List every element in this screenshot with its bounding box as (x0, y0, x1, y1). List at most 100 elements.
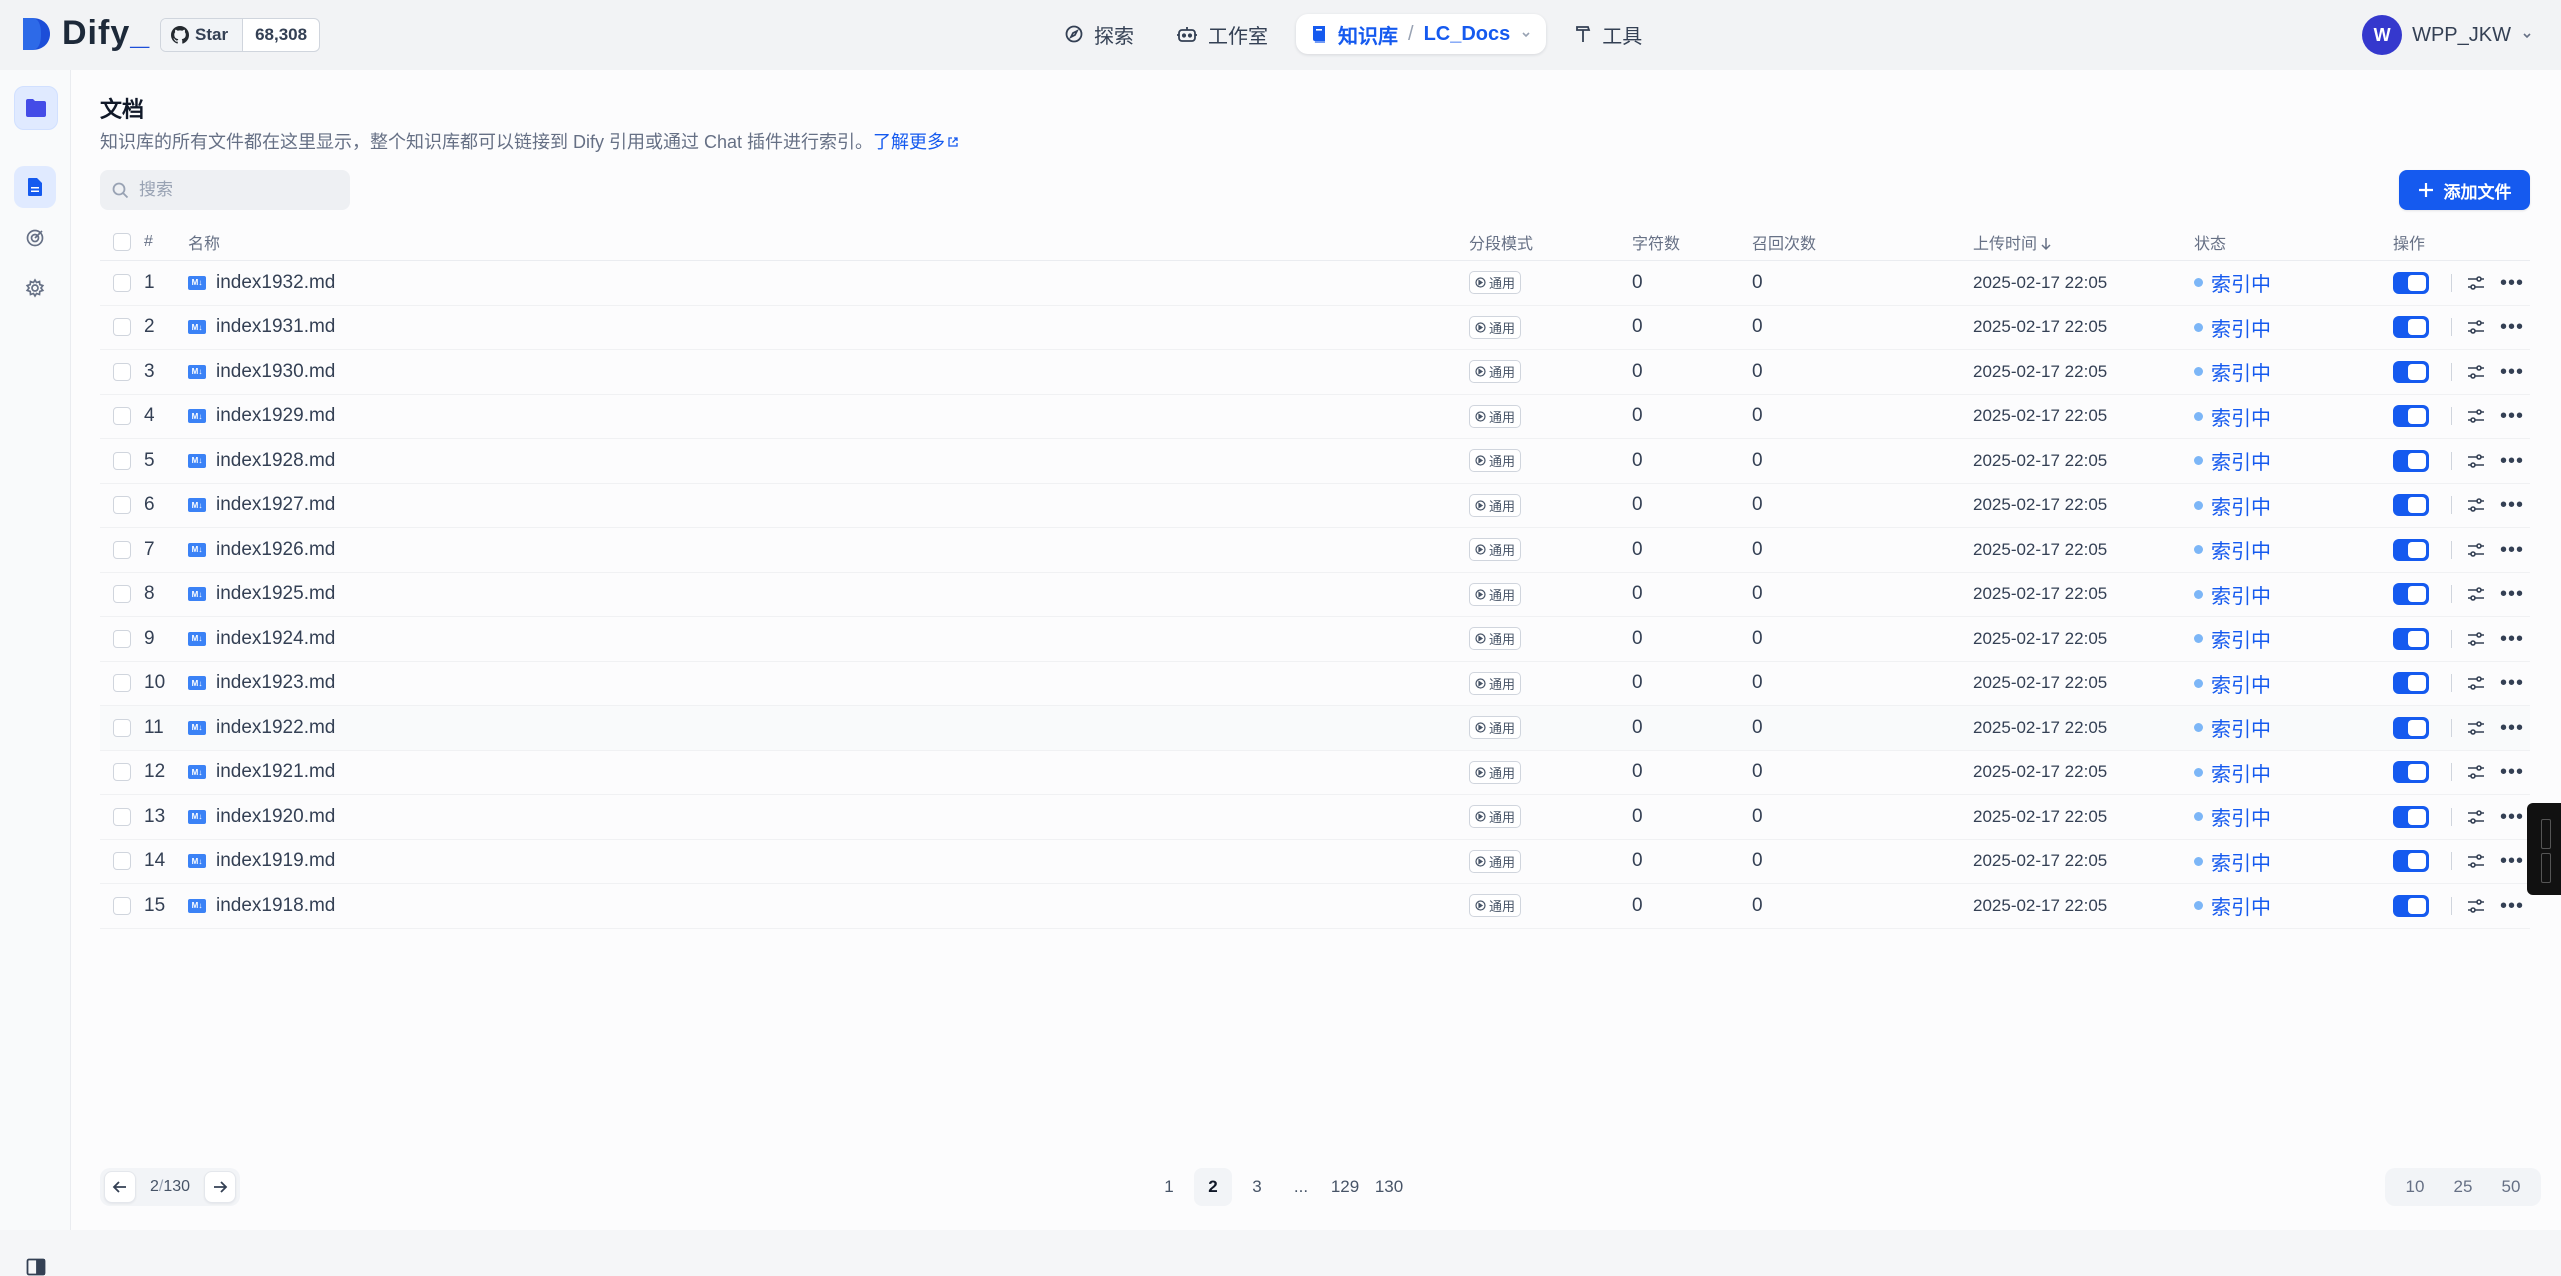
learn-more-link[interactable]: 了解更多 (873, 132, 959, 152)
enable-toggle[interactable] (2393, 449, 2429, 472)
file-name-cell[interactable]: M↓ index1930.md (188, 361, 1469, 383)
chunk-settings-icon[interactable] (2464, 671, 2488, 695)
enable-toggle[interactable] (2393, 672, 2429, 695)
table-row[interactable]: 10 M↓ index1923.md 通用 0 0 2025-02-17 22:… (100, 661, 2530, 706)
chunk-settings-icon[interactable] (2464, 760, 2488, 784)
chunk-settings-icon[interactable] (2464, 493, 2488, 517)
chunk-settings-icon[interactable] (2464, 315, 2488, 339)
page-size-option-50[interactable]: 50 (2487, 1177, 2535, 1197)
chunk-settings-icon[interactable] (2464, 404, 2488, 428)
table-row[interactable]: 13 M↓ index1920.md 通用 0 0 2025-02-17 22:… (100, 794, 2530, 840)
select-all-checkbox[interactable] (113, 232, 131, 251)
row-checkbox[interactable] (113, 674, 131, 693)
chevron-down-icon[interactable] (1520, 28, 1532, 40)
row-checkbox[interactable] (113, 362, 131, 381)
table-row[interactable]: 8 M↓ index1925.md 通用 0 0 2025-02-17 22:0… (100, 572, 2530, 617)
add-file-button[interactable]: 添加文件 (2399, 170, 2530, 210)
next-page-button[interactable] (204, 1171, 237, 1203)
enable-toggle[interactable] (2393, 850, 2429, 873)
row-checkbox[interactable] (113, 896, 131, 915)
app-logo[interactable]: Dify_ (20, 14, 150, 53)
page-number-130[interactable]: 130 (1370, 1168, 1408, 1206)
more-options-icon[interactable]: ••• (2500, 627, 2524, 651)
more-options-icon[interactable]: ••• (2500, 582, 2524, 606)
enable-toggle[interactable] (2393, 316, 2429, 339)
enable-toggle[interactable] (2393, 716, 2429, 739)
more-options-icon[interactable]: ••• (2500, 716, 2524, 740)
chunk-settings-icon[interactable] (2464, 627, 2488, 651)
file-name-cell[interactable]: M↓ index1932.md (188, 272, 1469, 294)
more-options-icon[interactable]: ••• (2500, 894, 2524, 918)
file-name-cell[interactable]: M↓ index1923.md (188, 672, 1469, 694)
column-header-upload-time[interactable]: 上传时间 (1973, 224, 2194, 261)
file-name-cell[interactable]: M↓ index1924.md (188, 628, 1469, 650)
chunk-settings-icon[interactable] (2464, 360, 2488, 384)
file-name-cell[interactable]: M↓ index1926.md (188, 539, 1469, 561)
file-name-cell[interactable]: M↓ index1922.md (188, 717, 1469, 739)
row-checkbox[interactable] (113, 629, 131, 648)
nav-explore[interactable]: 探索 (1050, 14, 1148, 54)
more-options-icon[interactable]: ••• (2500, 360, 2524, 384)
enable-toggle[interactable] (2393, 583, 2429, 606)
file-name-cell[interactable]: M↓ index1920.md (188, 806, 1469, 828)
file-name-cell[interactable]: M↓ index1931.md (188, 316, 1469, 338)
table-row[interactable]: 7 M↓ index1926.md 通用 0 0 2025-02-17 22:0… (100, 527, 2530, 573)
table-row[interactable]: 11 M↓ index1922.md 通用 0 0 2025-02-17 22:… (100, 705, 2530, 751)
chunk-settings-icon[interactable] (2464, 538, 2488, 562)
github-star-badge[interactable]: Star 68,308 (160, 18, 321, 52)
sidebar-item-documents[interactable] (14, 166, 56, 208)
row-checkbox[interactable] (113, 318, 131, 337)
chunk-settings-icon[interactable] (2464, 271, 2488, 295)
row-checkbox[interactable] (113, 407, 131, 426)
enable-toggle[interactable] (2393, 805, 2429, 828)
page-size-option-25[interactable]: 25 (2439, 1177, 2487, 1197)
file-name-cell[interactable]: M↓ index1919.md (188, 850, 1469, 872)
enable-toggle[interactable] (2393, 538, 2429, 561)
enable-toggle[interactable] (2393, 894, 2429, 917)
prev-page-button[interactable] (104, 1171, 136, 1203)
row-checkbox[interactable] (113, 273, 131, 292)
table-row[interactable]: 6 M↓ index1927.md 通用 0 0 2025-02-17 22:0… (100, 483, 2530, 528)
table-row[interactable]: 3 M↓ index1930.md 通用 0 0 2025-02-17 22:0… (100, 349, 2530, 395)
row-checkbox[interactable] (113, 763, 131, 782)
file-name-cell[interactable]: M↓ index1929.md (188, 405, 1469, 427)
chunk-settings-icon[interactable] (2464, 805, 2488, 829)
page-indicator[interactable]: 2/130 (136, 1178, 204, 1196)
table-row[interactable]: 15 M↓ index1918.md 通用 0 0 2025-02-17 22:… (100, 883, 2530, 929)
more-options-icon[interactable]: ••• (2500, 404, 2524, 428)
floating-side-tab[interactable] (2527, 803, 2561, 895)
more-options-icon[interactable]: ••• (2500, 760, 2524, 784)
page-number-2[interactable]: 2 (1194, 1168, 1232, 1206)
file-name-cell[interactable]: M↓ index1918.md (188, 895, 1469, 917)
more-options-icon[interactable]: ••• (2500, 849, 2524, 873)
row-checkbox[interactable] (113, 451, 131, 470)
table-row[interactable]: 9 M↓ index1924.md 通用 0 0 2025-02-17 22:0… (100, 616, 2530, 662)
github-star-button[interactable]: Star (161, 19, 243, 51)
sidebar-collapse-icon[interactable] (26, 1258, 46, 1276)
enable-toggle[interactable] (2393, 494, 2429, 517)
enable-toggle[interactable] (2393, 271, 2429, 294)
page-number-3[interactable]: 3 (1238, 1168, 1276, 1206)
table-row[interactable]: 12 M↓ index1921.md 通用 0 0 2025-02-17 22:… (100, 750, 2530, 795)
table-row[interactable]: 5 M↓ index1928.md 通用 0 0 2025-02-17 22:0… (100, 438, 2530, 484)
file-name-cell[interactable]: M↓ index1928.md (188, 450, 1469, 472)
user-menu[interactable]: W WPP_JKW (2362, 15, 2533, 55)
sidebar-item-hit-testing[interactable] (14, 217, 56, 259)
file-name-cell[interactable]: M↓ index1921.md (188, 761, 1469, 783)
more-options-icon[interactable]: ••• (2500, 805, 2524, 829)
chunk-settings-icon[interactable] (2464, 449, 2488, 473)
page-number-1[interactable]: 1 (1150, 1168, 1188, 1206)
row-checkbox[interactable] (113, 718, 131, 737)
page-size-option-10[interactable]: 10 (2391, 1177, 2439, 1197)
enable-toggle[interactable] (2393, 627, 2429, 650)
dataset-icon-button[interactable] (14, 86, 58, 130)
sidebar-item-settings[interactable] (14, 267, 56, 309)
table-row[interactable]: 4 M↓ index1929.md 通用 0 0 2025-02-17 22:0… (100, 394, 2530, 439)
dataset-selector[interactable]: LC_Docs (1424, 23, 1511, 46)
enable-toggle[interactable] (2393, 761, 2429, 784)
page-number-129[interactable]: 129 (1326, 1168, 1364, 1206)
more-options-icon[interactable]: ••• (2500, 538, 2524, 562)
table-row[interactable]: 14 M↓ index1919.md 通用 0 0 2025-02-17 22:… (100, 839, 2530, 884)
table-row[interactable]: 2 M↓ index1931.md 通用 0 0 2025-02-17 22:0… (100, 305, 2530, 350)
more-options-icon[interactable]: ••• (2500, 315, 2524, 339)
